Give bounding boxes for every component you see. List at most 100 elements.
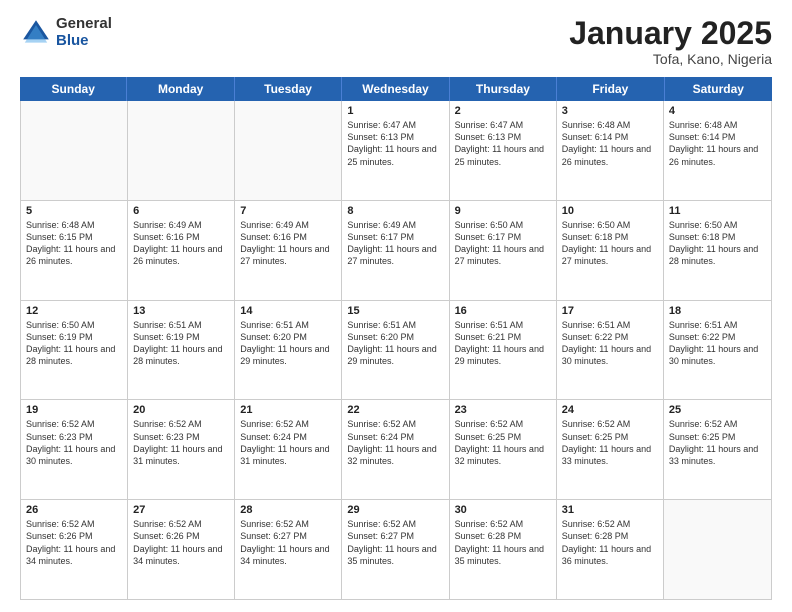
cell-info: Sunrise: 6:50 AM Sunset: 6:18 PM Dayligh… xyxy=(669,219,766,268)
day-number: 22 xyxy=(347,404,443,416)
header-day-thursday: Thursday xyxy=(450,77,557,101)
day-number: 10 xyxy=(562,205,658,217)
calendar-cell-r4c2: 28 Sunrise: 6:52 AM Sunset: 6:27 PM Dayli… xyxy=(235,500,342,599)
calendar-cell-r0c6: 4Sunrise: 6:48 AM Sunset: 6:14 PM Daylig… xyxy=(664,101,771,200)
day-number: 20 xyxy=(133,404,229,416)
calendar-cell-r1c3: 8 Sunrise: 6:49 AM Sunset: 6:17 PM Daylig… xyxy=(342,201,449,300)
cell-info: Sunrise: 6:48 AM Sunset: 6:15 PM Dayligh… xyxy=(26,219,122,268)
calendar: SundayMondayTuesdayWednesdayThursdayFrid… xyxy=(20,77,772,600)
calendar-cell-r2c6: 18 Sunrise: 6:51 AM Sunset: 6:22 PM Dayli… xyxy=(664,301,771,400)
day-number: 26 xyxy=(26,504,122,516)
calendar-row-4: 26 Sunrise: 6:52 AM Sunset: 6:26 PM Dayli… xyxy=(21,500,771,599)
cell-info: Sunrise: 6:52 AM Sunset: 6:23 PM Dayligh… xyxy=(133,418,229,467)
calendar-cell-r2c5: 17 Sunrise: 6:51 AM Sunset: 6:22 PM Dayli… xyxy=(557,301,664,400)
calendar-cell-r0c5: 3 Sunrise: 6:48 AM Sunset: 6:14 PM Daylig… xyxy=(557,101,664,200)
calendar-cell-r1c1: 6 Sunrise: 6:49 AM Sunset: 6:16 PM Daylig… xyxy=(128,201,235,300)
day-number: 18 xyxy=(669,305,766,317)
cell-info: Sunrise: 6:50 AM Sunset: 6:18 PM Dayligh… xyxy=(562,219,658,268)
calendar-cell-r2c0: 12Sunrise: 6:50 AM Sunset: 6:19 PM Dayli… xyxy=(21,301,128,400)
calendar-cell-r1c2: 7 Sunrise: 6:49 AM Sunset: 6:16 PM Daylig… xyxy=(235,201,342,300)
cell-info: Sunrise: 6:52 AM Sunset: 6:27 PM Dayligh… xyxy=(240,518,336,567)
cell-info: Sunrise: 6:52 AM Sunset: 6:25 PM Dayligh… xyxy=(455,418,551,467)
day-number: 7 xyxy=(240,205,336,217)
cell-info: Sunrise: 6:51 AM Sunset: 6:22 PM Dayligh… xyxy=(562,319,658,368)
location: Tofa, Kano, Nigeria xyxy=(569,51,772,67)
calendar-cell-r2c2: 14Sunrise: 6:51 AM Sunset: 6:20 PM Dayli… xyxy=(235,301,342,400)
logo-text: General Blue xyxy=(56,16,112,49)
cell-info: Sunrise: 6:51 AM Sunset: 6:21 PM Dayligh… xyxy=(455,319,551,368)
day-number: 14 xyxy=(240,305,336,317)
calendar-cell-r3c0: 19 Sunrise: 6:52 AM Sunset: 6:23 PM Dayli… xyxy=(21,400,128,499)
cell-info: Sunrise: 6:52 AM Sunset: 6:28 PM Dayligh… xyxy=(562,518,658,567)
calendar-cell-r2c4: 16Sunrise: 6:51 AM Sunset: 6:21 PM Dayli… xyxy=(450,301,557,400)
day-number: 25 xyxy=(669,404,766,416)
day-number: 23 xyxy=(455,404,551,416)
day-number: 6 xyxy=(133,205,229,217)
cell-info: Sunrise: 6:47 AM Sunset: 6:13 PM Dayligh… xyxy=(455,119,551,168)
day-number: 29 xyxy=(347,504,443,516)
day-number: 28 xyxy=(240,504,336,516)
day-number: 21 xyxy=(240,404,336,416)
day-number: 8 xyxy=(347,205,443,217)
day-number: 5 xyxy=(26,205,122,217)
calendar-cell-r1c0: 5 Sunrise: 6:48 AM Sunset: 6:15 PM Daylig… xyxy=(21,201,128,300)
header-day-monday: Monday xyxy=(127,77,234,101)
cell-info: Sunrise: 6:48 AM Sunset: 6:14 PM Dayligh… xyxy=(562,119,658,168)
cell-info: Sunrise: 6:51 AM Sunset: 6:20 PM Dayligh… xyxy=(347,319,443,368)
calendar-row-3: 19 Sunrise: 6:52 AM Sunset: 6:23 PM Dayli… xyxy=(21,400,771,500)
cell-info: Sunrise: 6:52 AM Sunset: 6:26 PM Dayligh… xyxy=(26,518,122,567)
cell-info: Sunrise: 6:52 AM Sunset: 6:23 PM Dayligh… xyxy=(26,418,122,467)
calendar-header: SundayMondayTuesdayWednesdayThursdayFrid… xyxy=(20,77,772,101)
cell-info: Sunrise: 6:52 AM Sunset: 6:24 PM Dayligh… xyxy=(240,418,336,467)
cell-info: Sunrise: 6:52 AM Sunset: 6:28 PM Dayligh… xyxy=(455,518,551,567)
calendar-cell-r0c2 xyxy=(235,101,342,200)
cell-info: Sunrise: 6:52 AM Sunset: 6:25 PM Dayligh… xyxy=(562,418,658,467)
cell-info: Sunrise: 6:49 AM Sunset: 6:16 PM Dayligh… xyxy=(133,219,229,268)
cell-info: Sunrise: 6:49 AM Sunset: 6:17 PM Dayligh… xyxy=(347,219,443,268)
calendar-cell-r0c0 xyxy=(21,101,128,200)
header-day-friday: Friday xyxy=(557,77,664,101)
calendar-cell-r3c5: 24 Sunrise: 6:52 AM Sunset: 6:25 PM Dayli… xyxy=(557,400,664,499)
day-number: 17 xyxy=(562,305,658,317)
cell-info: Sunrise: 6:49 AM Sunset: 6:16 PM Dayligh… xyxy=(240,219,336,268)
day-number: 3 xyxy=(562,105,658,117)
month-title: January 2025 xyxy=(569,16,772,51)
cell-info: Sunrise: 6:52 AM Sunset: 6:25 PM Dayligh… xyxy=(669,418,766,467)
calendar-cell-r0c1 xyxy=(128,101,235,200)
calendar-cell-r4c4: 30Sunrise: 6:52 AM Sunset: 6:28 PM Dayli… xyxy=(450,500,557,599)
calendar-cell-r4c5: 31Sunrise: 6:52 AM Sunset: 6:28 PM Dayli… xyxy=(557,500,664,599)
cell-info: Sunrise: 6:52 AM Sunset: 6:24 PM Dayligh… xyxy=(347,418,443,467)
day-number: 9 xyxy=(455,205,551,217)
day-number: 19 xyxy=(26,404,122,416)
day-number: 13 xyxy=(133,305,229,317)
page: General Blue January 2025 Tofa, Kano, Ni… xyxy=(0,0,792,612)
calendar-cell-r3c2: 21 Sunrise: 6:52 AM Sunset: 6:24 PM Dayli… xyxy=(235,400,342,499)
calendar-cell-r2c3: 15 Sunrise: 6:51 AM Sunset: 6:20 PM Dayli… xyxy=(342,301,449,400)
calendar-cell-r2c1: 13 Sunrise: 6:51 AM Sunset: 6:19 PM Dayli… xyxy=(128,301,235,400)
calendar-cell-r1c4: 9Sunrise: 6:50 AM Sunset: 6:17 PM Daylig… xyxy=(450,201,557,300)
header-day-tuesday: Tuesday xyxy=(235,77,342,101)
day-number: 1 xyxy=(347,105,443,117)
cell-info: Sunrise: 6:52 AM Sunset: 6:26 PM Dayligh… xyxy=(133,518,229,567)
calendar-cell-r3c4: 23 Sunrise: 6:52 AM Sunset: 6:25 PM Dayli… xyxy=(450,400,557,499)
calendar-cell-r1c5: 10 Sunrise: 6:50 AM Sunset: 6:18 PM Dayli… xyxy=(557,201,664,300)
calendar-cell-r0c4: 2 Sunrise: 6:47 AM Sunset: 6:13 PM Daylig… xyxy=(450,101,557,200)
cell-info: Sunrise: 6:51 AM Sunset: 6:19 PM Dayligh… xyxy=(133,319,229,368)
calendar-cell-r0c3: 1 Sunrise: 6:47 AM Sunset: 6:13 PM Daylig… xyxy=(342,101,449,200)
day-number: 15 xyxy=(347,305,443,317)
calendar-grid: 1 Sunrise: 6:47 AM Sunset: 6:13 PM Daylig… xyxy=(20,101,772,600)
calendar-cell-r4c1: 27Sunrise: 6:52 AM Sunset: 6:26 PM Dayli… xyxy=(128,500,235,599)
calendar-cell-r3c6: 25 Sunrise: 6:52 AM Sunset: 6:25 PM Dayli… xyxy=(664,400,771,499)
calendar-cell-r4c0: 26 Sunrise: 6:52 AM Sunset: 6:26 PM Dayli… xyxy=(21,500,128,599)
logo-icon xyxy=(20,17,52,49)
calendar-cell-r3c3: 22 Sunrise: 6:52 AM Sunset: 6:24 PM Dayli… xyxy=(342,400,449,499)
day-number: 11 xyxy=(669,205,766,217)
cell-info: Sunrise: 6:47 AM Sunset: 6:13 PM Dayligh… xyxy=(347,119,443,168)
cell-info: Sunrise: 6:51 AM Sunset: 6:22 PM Dayligh… xyxy=(669,319,766,368)
day-number: 24 xyxy=(562,404,658,416)
day-number: 2 xyxy=(455,105,551,117)
cell-info: Sunrise: 6:50 AM Sunset: 6:19 PM Dayligh… xyxy=(26,319,122,368)
header-day-saturday: Saturday xyxy=(665,77,772,101)
logo-general: General xyxy=(56,16,112,33)
day-number: 4 xyxy=(669,105,766,117)
